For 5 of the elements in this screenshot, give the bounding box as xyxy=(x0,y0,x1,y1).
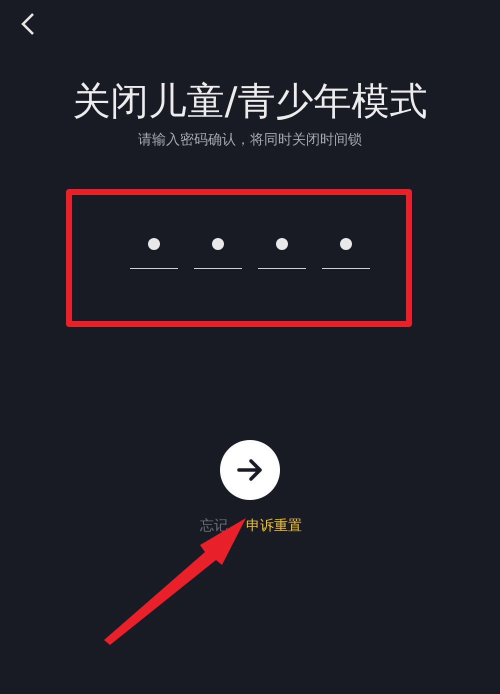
appeal-reset-link[interactable]: 申诉重置 xyxy=(246,516,302,536)
arrow-right-icon xyxy=(237,459,263,481)
subtitle: 请输入密码确认，将同时关闭时间锁 xyxy=(138,131,362,150)
back-icon[interactable] xyxy=(20,12,36,36)
page-title: 关闭儿童/青少年模式 xyxy=(72,78,428,124)
